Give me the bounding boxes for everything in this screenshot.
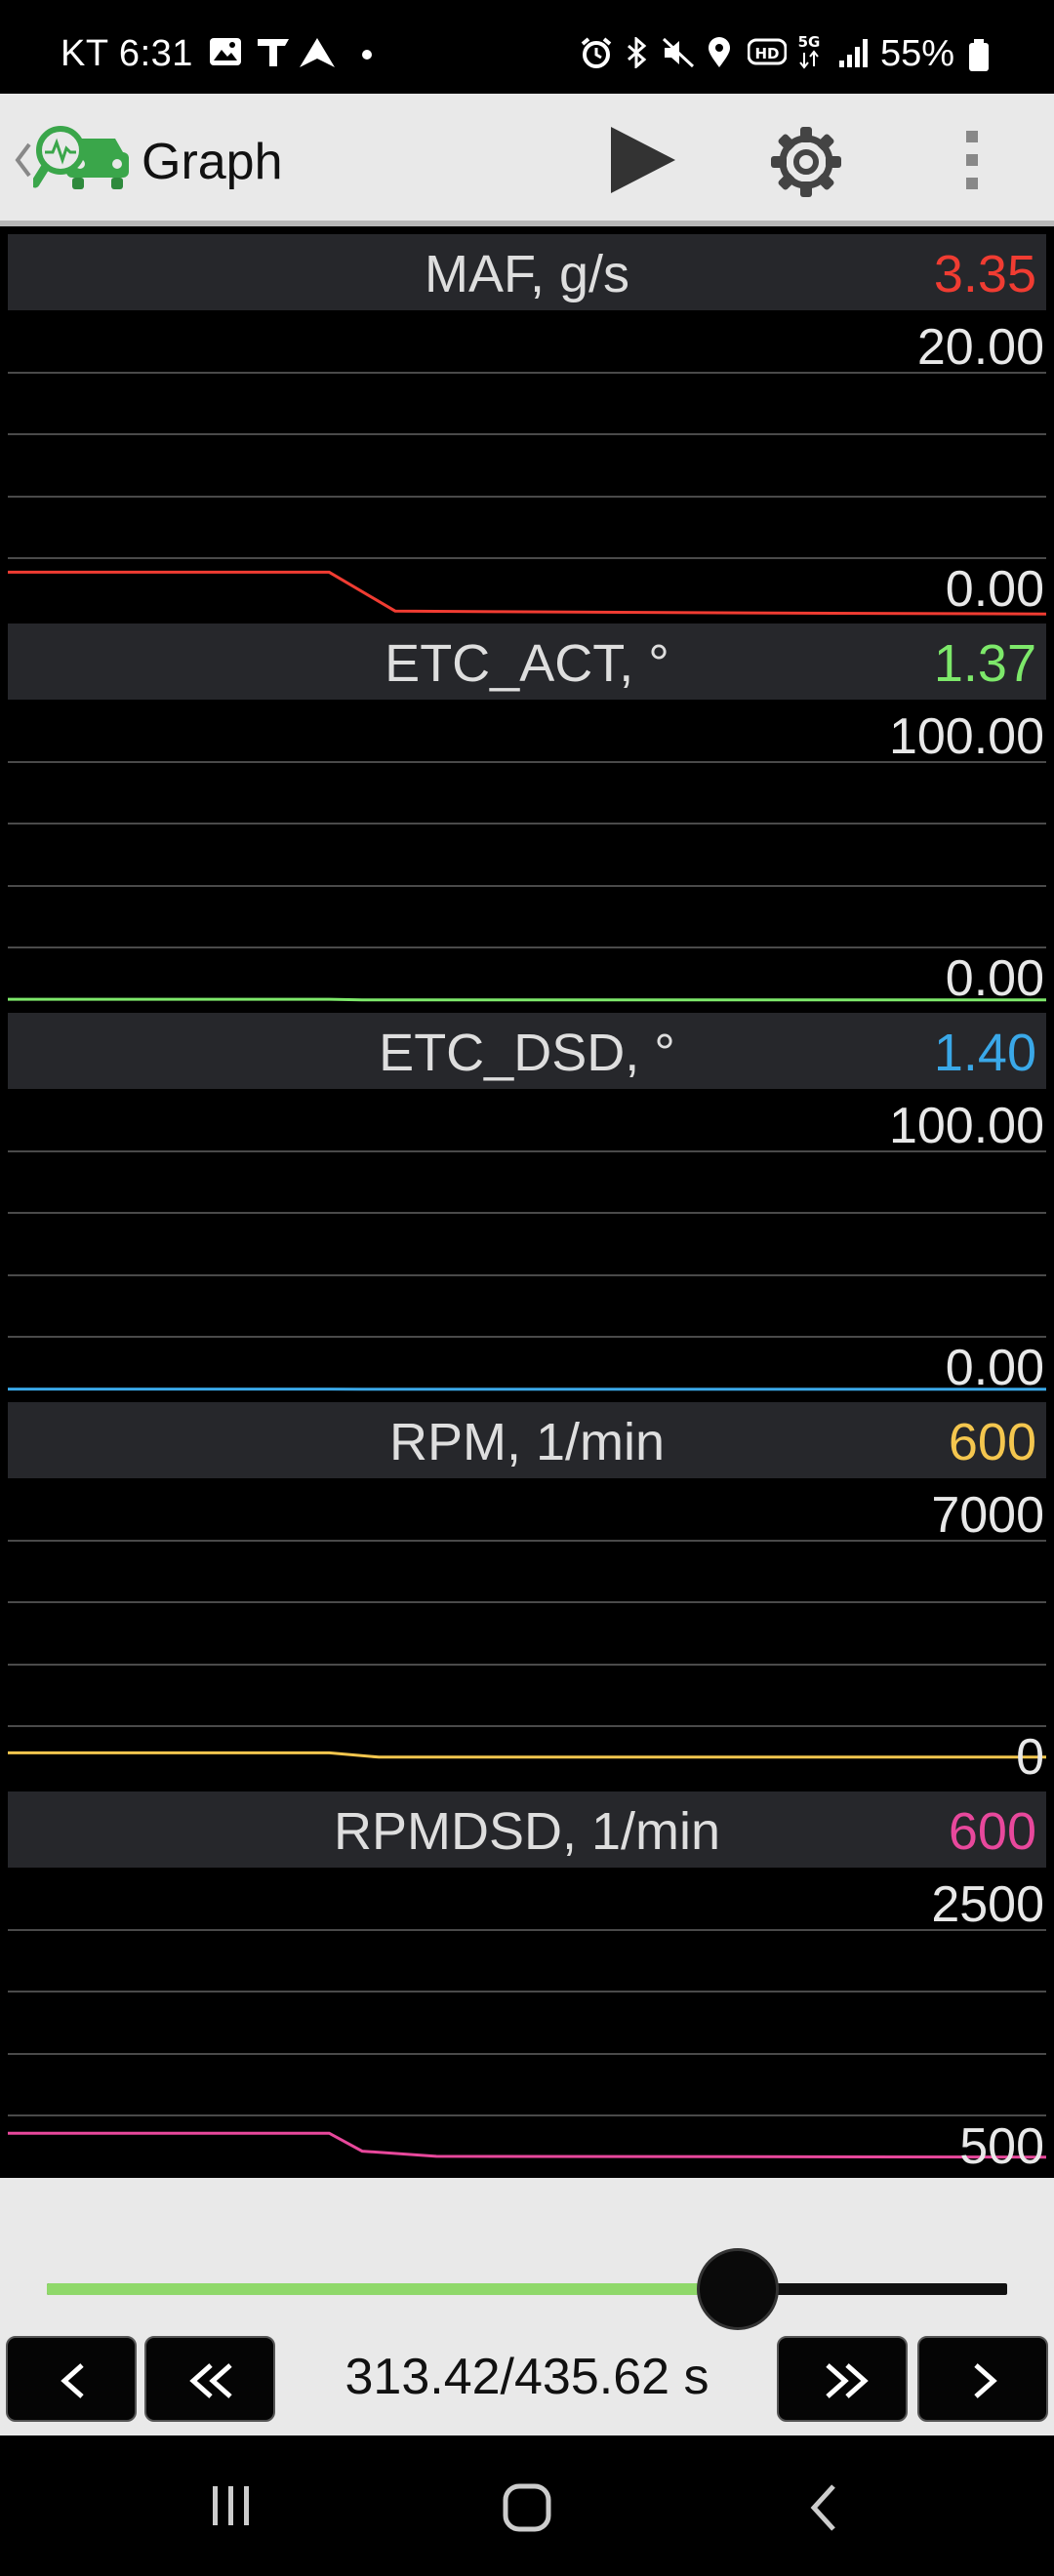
car-diagnostic-icon [33, 126, 129, 189]
navigation-icon [300, 38, 335, 67]
time-slider[interactable] [47, 2240, 1007, 2338]
graph-plot [8, 310, 1046, 621]
back-icon[interactable] [12, 141, 33, 180]
graph-title: ETC_DSD, ° [379, 1024, 675, 1082]
back-nav-icon[interactable] [806, 2482, 841, 2533]
graph-title: RPMDSD, 1/min [333, 1802, 721, 1861]
slider-thumb[interactable] [696, 2248, 779, 2330]
graph-title: RPM, 1/min [388, 1413, 666, 1471]
chevron-right-icon [974, 2363, 997, 2398]
prev-button[interactable] [6, 2336, 137, 2422]
svg-text:5G: 5G [798, 33, 821, 51]
toolbar: Graph [0, 94, 1054, 226]
clock: KT 6:31 [61, 33, 193, 74]
android-nav-bar [0, 2435, 1054, 2576]
y-max-label: 20.00 [916, 319, 1044, 376]
series-line-etc-act [8, 997, 1046, 1002]
battery-percent: 55% [880, 33, 955, 74]
graph-current-value: 600 [948, 1413, 1036, 1471]
t-icon [258, 39, 289, 66]
play-icon[interactable] [605, 123, 679, 197]
time-readout: 313.42/435.62 s [345, 2349, 709, 2405]
screen: KT 6:31 HD 5G 55% Graph MAF, g/s 3.35 20… [0, 0, 1054, 2576]
double-chevron-right-icon [826, 2363, 869, 2398]
graph-current-value: 600 [948, 1802, 1036, 1861]
hd-icon: HD [748, 38, 787, 65]
plot-background [8, 310, 1046, 621]
dot-icon [362, 50, 372, 60]
y-min-label: 0.00 [945, 950, 1044, 1007]
status-bar: KT 6:31 HD 5G 55% [0, 0, 1054, 94]
y-max-label: 7000 [931, 1487, 1044, 1544]
signal-icon [839, 39, 868, 67]
home-icon[interactable] [502, 2482, 552, 2533]
graph-header: RPMDSD, 1/min 600 [8, 1791, 1046, 1868]
location-icon [709, 37, 730, 67]
graph-title: ETC_ACT, ° [385, 634, 669, 693]
graph-plot [8, 1478, 1046, 1789]
graph-panel-maf: MAF, g/s 3.35 20.00 0.00 [0, 234, 1054, 624]
more-vert-icon[interactable] [960, 129, 984, 191]
graph-header: MAF, g/s 3.35 [8, 234, 1046, 310]
graph-header: RPM, 1/min 600 [8, 1402, 1046, 1478]
battery-icon [969, 39, 989, 71]
y-min-label: 0 [1016, 1729, 1044, 1786]
graph-panel-etc-dsd: ETC_DSD, ° 1.40 100.00 0.00 [0, 1013, 1054, 1402]
graph-panel-rpm: RPM, 1/min 600 7000 0 [0, 1402, 1054, 1791]
gallery-icon [210, 38, 241, 65]
y-min-label: 0.00 [945, 561, 1044, 618]
graph-current-value: 1.40 [933, 1024, 1036, 1082]
y-max-label: 100.00 [888, 708, 1044, 765]
double-chevron-left-icon [189, 2363, 232, 2398]
plot-background [8, 1478, 1046, 1789]
graph-panel-etc-act: ETC_ACT, ° 1.37 100.00 0.00 [0, 624, 1054, 1013]
slider-fill [47, 2283, 738, 2295]
graph-header: ETC_DSD, ° 1.40 [8, 1013, 1046, 1089]
gear-icon[interactable] [769, 125, 843, 199]
alarm-icon [581, 37, 612, 68]
y-max-label: 100.00 [888, 1098, 1044, 1154]
chevron-left-icon [61, 2363, 84, 2398]
y-max-label: 2500 [931, 1876, 1044, 1933]
fast-forward-button[interactable] [777, 2336, 908, 2422]
playback-controls: 313.42/435.62 s [0, 2178, 1054, 2435]
bluetooth-icon [628, 37, 647, 68]
plot-background [8, 1868, 1046, 2178]
svg-text:HD: HD [754, 45, 779, 62]
graph-title: MAF, g/s [424, 245, 630, 303]
y-min-label: 500 [959, 2118, 1044, 2175]
graph-current-value: 1.37 [933, 634, 1036, 693]
graph-header: ETC_ACT, ° 1.37 [8, 624, 1046, 700]
graph-panel-rpmdsd: RPMDSD, 1/min 600 2500 500 [0, 1791, 1054, 2181]
next-button[interactable] [917, 2336, 1048, 2422]
recent-apps-icon[interactable] [207, 2484, 256, 2527]
5g-icon: 5G [798, 33, 821, 69]
rewind-button[interactable] [144, 2336, 275, 2422]
page-title: Graph [142, 134, 283, 190]
graph-plot [8, 1868, 1046, 2178]
graph-current-value: 3.35 [933, 245, 1036, 303]
y-min-label: 0.00 [945, 1340, 1044, 1396]
mute-icon [662, 37, 695, 68]
